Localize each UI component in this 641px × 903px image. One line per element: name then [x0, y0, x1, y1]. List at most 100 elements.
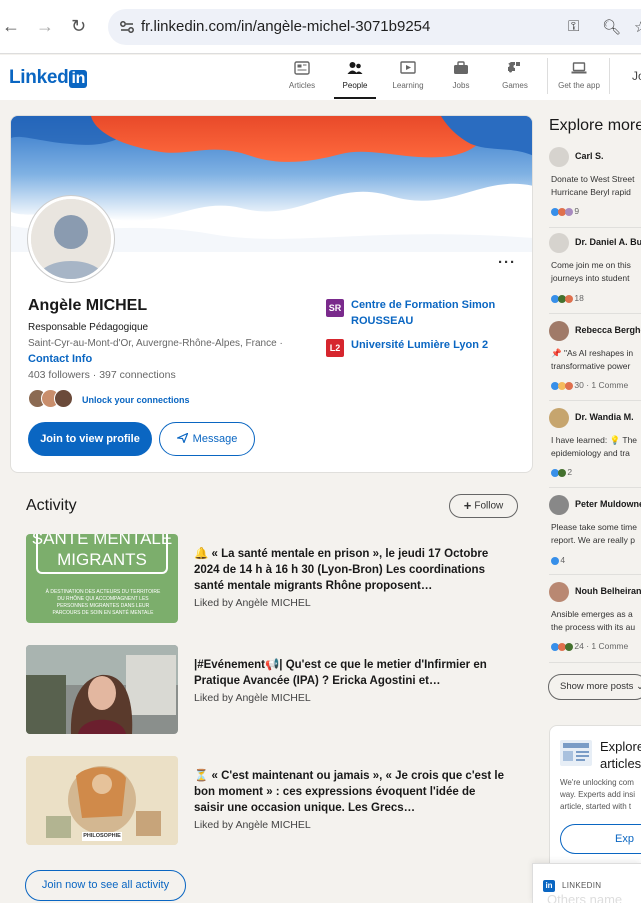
activity-post-text: |#Evénement📢| Qu'est ce que le metier d'…: [194, 659, 487, 687]
divider: [549, 574, 641, 575]
profile-stats: 403 followers · 397 connections: [28, 369, 176, 381]
activity-heading: Activity: [26, 497, 77, 514]
rail-post[interactable]: Dr. Daniel A. Bu Come join me on this jou…: [549, 233, 641, 308]
activity-post-text: ⏳ « C'est maintenant ou jamais », « Je c…: [194, 770, 504, 814]
explore-articles-button[interactable]: Exp: [560, 824, 641, 854]
snippet-line: Hurricane Beryl rapid: [551, 187, 631, 197]
logo-text: Linked: [9, 67, 69, 88]
activity-item[interactable]: SANTÉ MENTALE MIGRANTS À DESTINATION DES…: [26, 534, 526, 626]
post-snippet: Come join me on this journeys into studen…: [551, 259, 631, 285]
jobs-icon: [435, 61, 487, 79]
description-line: We're unlocking com: [560, 778, 634, 787]
activity-thumbnail: PHILOSOPHIE: [26, 756, 178, 845]
activity-thumbnail: SANTÉ MENTALE MIGRANTS À DESTINATION DES…: [26, 534, 178, 623]
linkedin-popup[interactable]: in LINKEDIN Others name: [532, 863, 641, 903]
avatar[interactable]: [28, 196, 114, 282]
join-to-see-activity-button[interactable]: Join now to see all activity: [25, 870, 186, 901]
org-name: Université Lumière Lyon 2: [351, 339, 489, 351]
philosophy-thumbnail-image: [26, 756, 178, 845]
site-info-icon[interactable]: [118, 18, 136, 36]
rail-post[interactable]: Peter Muldowne Please take some time repo…: [549, 495, 641, 570]
explore-more-heading: Explore more: [549, 117, 641, 134]
snippet-line: Come join me on this: [551, 260, 631, 270]
thumb-caption: À DESTINATION DES ACTEURS DU TERRITOIRE …: [45, 589, 161, 616]
author-name: Carl S.: [575, 151, 604, 161]
nav-games[interactable]: Games: [489, 61, 541, 97]
rail-post[interactable]: Carl S. Donate to West Street Hurricane B…: [549, 147, 641, 222]
activity-text: ⏳ « C'est maintenant ou jamais », « Je c…: [194, 768, 504, 833]
author-name: Peter Muldowne: [575, 499, 641, 509]
support-icon: [565, 207, 573, 216]
activity-item[interactable]: PHILOSOPHIE ⏳ « C'est maintenant ou jama…: [26, 756, 526, 848]
activity-item[interactable]: |#Evénement📢| Qu'est ce que le metier d'…: [26, 645, 526, 737]
rail-post[interactable]: Dr. Wandia M. I have learned: 💡 The epide…: [549, 408, 641, 483]
author-avatar: [549, 582, 569, 602]
profile-name: Angèle MICHEL: [28, 297, 148, 314]
nav-label: Articles: [288, 81, 316, 90]
learning-icon: [382, 61, 434, 79]
liked-by: Liked by Angèle MICHEL: [194, 597, 311, 609]
nav-label: Jobs: [452, 81, 470, 90]
popup-brand: LINKEDIN: [562, 881, 602, 890]
org-logo: SR: [326, 299, 344, 317]
post-snippet: 📌 "As AI reshapes in transformative power: [551, 347, 633, 373]
reactions: 18: [551, 293, 584, 303]
author-name: Nouh Belheiran: [575, 586, 641, 596]
message-label: Message: [192, 433, 238, 445]
url-text[interactable]: fr.linkedin.com/in/angèle-michel-3071b92…: [141, 18, 430, 35]
back-icon[interactable]: ←: [2, 16, 20, 36]
unlock-connections-link[interactable]: Unlock your connections: [82, 395, 190, 405]
org-universite-lyon2[interactable]: L2 Université Lumière Lyon 2: [326, 337, 526, 373]
send-icon: [174, 432, 189, 445]
reactions: 2: [551, 467, 572, 477]
plus-icon: +: [463, 498, 472, 513]
connections-count: 397 connections: [99, 369, 176, 381]
nav-jobs[interactable]: Jobs: [435, 61, 487, 97]
follow-button[interactable]: + Follow: [449, 494, 518, 518]
show-more-posts-button[interactable]: Show more posts ⌄: [548, 674, 641, 700]
liked-by: Liked by Angèle MICHEL: [194, 692, 311, 704]
reaction-count: 2: [567, 467, 573, 477]
love-icon: [565, 294, 573, 303]
activity-post-text: 🔔 « La santé mentale en prison », le jeu…: [194, 548, 489, 592]
join-to-view-profile-button[interactable]: Join to view profile: [28, 422, 152, 456]
join-now-link[interactable]: Jo: [632, 69, 641, 83]
rail-post[interactable]: Nouh Belheiran Ansible emerges as a the p…: [549, 582, 641, 657]
address-bar[interactable]: fr.linkedin.com/in/angèle-michel-3071b92…: [108, 9, 641, 45]
like-icon: [551, 556, 559, 565]
more-options-icon[interactable]: ···: [498, 254, 516, 271]
forward-icon[interactable]: →: [36, 16, 54, 36]
divider: [549, 227, 641, 228]
follow-label: Follow: [474, 500, 504, 512]
nav-label: Get the app: [558, 81, 600, 90]
star-icon[interactable]: ☆: [634, 18, 641, 36]
key-icon[interactable]: ⚿: [568, 18, 579, 35]
reactions: 30 · 1 Comme: [551, 380, 628, 390]
articles-illustration-icon: [560, 740, 592, 766]
zoom-icon[interactable]: 🔍︎: [602, 18, 621, 36]
rail-post[interactable]: Rebecca Bergho 📌 "As AI reshapes in trans…: [549, 321, 641, 396]
default-avatar-icon: [31, 199, 111, 279]
nav-learning[interactable]: Learning: [382, 61, 434, 97]
nav-people[interactable]: People: [334, 61, 376, 99]
nav-get-app[interactable]: Get the app: [553, 61, 605, 97]
video-thumbnail-image: [26, 645, 178, 734]
message-button[interactable]: Message: [159, 422, 255, 456]
contact-info-link[interactable]: Contact Info: [28, 353, 92, 365]
post-snippet: Ansible emerges as a the process with its…: [551, 608, 635, 634]
browser-toolbar: ← → ↻ fr.linkedin.com/in/angèle-michel-3…: [0, 0, 641, 54]
linkedin-logo[interactable]: Linked in: [9, 67, 88, 89]
love-icon: [565, 381, 573, 390]
reactions: 24 · 1 Comme: [551, 641, 628, 651]
articles-icon: [276, 61, 328, 79]
nav-articles[interactable]: Articles: [276, 61, 328, 97]
org-centre-formation[interactable]: SR Centre de Formation Simon ROUSSEAU: [326, 297, 526, 333]
connection-avatar: [54, 389, 73, 408]
author-name: Dr. Daniel A. Bu: [575, 237, 641, 247]
reload-icon[interactable]: ↻: [71, 16, 86, 36]
reaction-count: 30 · 1 Comme: [574, 380, 629, 390]
nav-label: People: [342, 81, 368, 90]
reaction-count: 4: [560, 555, 566, 565]
games-icon: [489, 61, 541, 79]
divider: [549, 487, 641, 488]
